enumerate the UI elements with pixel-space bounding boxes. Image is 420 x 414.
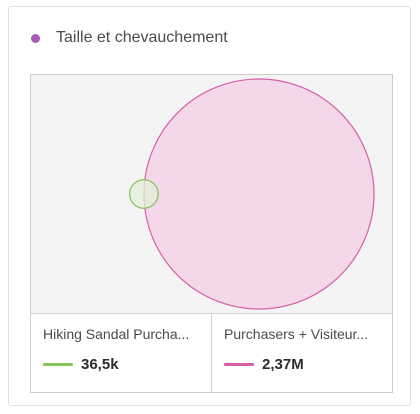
title-dot-icon (31, 33, 40, 43)
venn-circle-segment-1[interactable] (128, 179, 159, 209)
legend-value-segment-2: 2,37M (262, 356, 304, 373)
legend-item-segment-2[interactable]: Purchasers + Visiteur... 2,37M (211, 314, 392, 392)
legend-swatch-segment-2 (224, 363, 254, 366)
venn-diagram (128, 78, 375, 310)
venn-circle-segment-2[interactable] (143, 78, 375, 310)
legend-name-segment-2: Purchasers + Visiteur... (224, 326, 369, 342)
venn-card: Taille et chevauchement Hiking Sandal Pu… (8, 6, 411, 406)
legend-value-segment-1: 36,5k (81, 356, 119, 373)
chart-header: Taille et chevauchement (31, 27, 228, 49)
chart-title: Taille et chevauchement (56, 29, 228, 46)
legend-swatch-segment-1 (43, 363, 73, 366)
venn-plot-area (30, 74, 393, 314)
legend: Hiking Sandal Purcha... 36,5k Purchasers… (30, 313, 393, 393)
legend-name-segment-1: Hiking Sandal Purcha... (43, 326, 190, 342)
legend-item-segment-1[interactable]: Hiking Sandal Purcha... 36,5k (31, 314, 211, 392)
